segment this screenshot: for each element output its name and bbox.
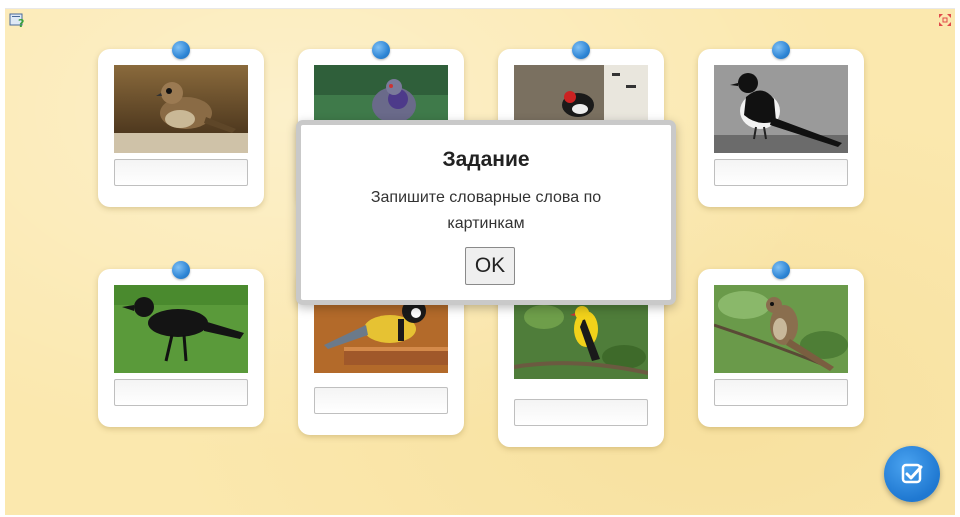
answer-field[interactable] [314, 387, 448, 414]
check-button[interactable] [884, 446, 940, 502]
ok-button[interactable]: OK [465, 247, 515, 285]
answer-field[interactable] [514, 399, 648, 426]
pin-icon [372, 41, 390, 59]
sparrow-image [114, 65, 248, 153]
nightingale-image [714, 285, 848, 373]
dialog-title: Задание [442, 148, 530, 171]
exercise-board: ? Задание Запишите словарные слова по ка… [5, 8, 955, 515]
answer-field[interactable] [114, 379, 248, 406]
check-icon [901, 463, 923, 484]
picture-card-magpie [698, 41, 864, 207]
magpie-image [714, 65, 848, 153]
help-icon[interactable]: ? [9, 12, 25, 30]
fullscreen-icon[interactable] [938, 13, 952, 27]
svg-text:?: ? [18, 17, 24, 28]
picture-card-sparrow [98, 41, 264, 207]
pin-icon [572, 41, 590, 59]
answer-field[interactable] [714, 159, 848, 186]
dialog-text: Запишите словарные слова по картинкам [370, 189, 602, 232]
crow-image [114, 285, 248, 373]
task-dialog: Задание Запишите словарные слова по карт… [296, 120, 676, 305]
pin-icon [772, 261, 790, 279]
picture-card-crow [98, 261, 264, 427]
answer-field[interactable] [114, 159, 248, 186]
answer-field[interactable] [714, 379, 848, 406]
pin-icon [772, 41, 790, 59]
pin-icon [172, 41, 190, 59]
pin-icon [172, 261, 190, 279]
picture-card-nightingale [698, 261, 864, 427]
